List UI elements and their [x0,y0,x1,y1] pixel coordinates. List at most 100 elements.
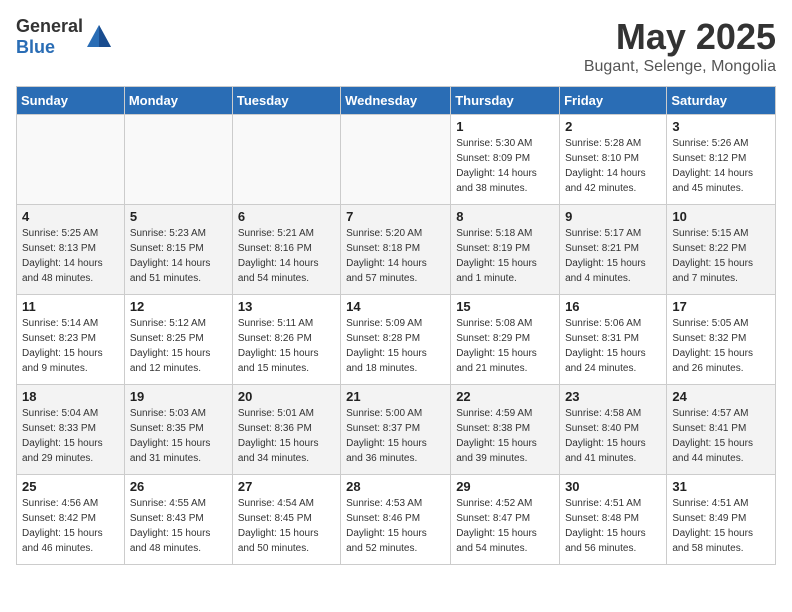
day-info: Sunrise: 5:23 AM Sunset: 8:15 PM Dayligh… [130,226,227,286]
header-sunday: Sunday [17,87,125,115]
day-info: Sunrise: 4:58 AM Sunset: 8:40 PM Dayligh… [565,406,661,466]
day-number: 14 [346,299,445,314]
table-row: 26 Sunrise: 4:55 AM Sunset: 8:43 PM Dayli… [124,475,232,565]
header-wednesday: Wednesday [341,87,451,115]
logo-general: General [16,16,83,36]
day-info: Sunrise: 5:11 AM Sunset: 8:26 PM Dayligh… [238,316,335,376]
day-info: Sunrise: 4:57 AM Sunset: 8:41 PM Dayligh… [672,406,770,466]
day-number: 1 [456,119,554,134]
page-header: General Blue May 2025 Bugant, Selenge, M… [16,16,776,76]
header-monday: Monday [124,87,232,115]
table-row: 8 Sunrise: 5:18 AM Sunset: 8:19 PM Daylig… [451,205,560,295]
day-info: Sunrise: 4:51 AM Sunset: 8:48 PM Dayligh… [565,496,661,556]
table-row: 7Sunrise: 5:20 AM Sunset: 8:18 PM Daylig… [341,205,451,295]
table-row: 18Sunrise: 5:04 AM Sunset: 8:33 PM Dayli… [17,385,125,475]
day-info: Sunrise: 5:05 AM Sunset: 8:32 PM Dayligh… [672,316,770,376]
table-row: 12 Sunrise: 5:12 AM Sunset: 8:25 PM Dayli… [124,295,232,385]
table-row: 4 Sunrise: 5:25 AM Sunset: 8:13 PM Daylig… [17,205,125,295]
day-number: 10 [672,209,770,224]
day-info: Sunrise: 5:09 AM Sunset: 8:28 PM Dayligh… [346,316,445,376]
day-info: Sunrise: 5:20 AM Sunset: 8:18 PM Dayligh… [346,226,445,286]
header-tuesday: Tuesday [232,87,340,115]
day-number: 17 [672,299,770,314]
month-year-title: May 2025 [584,16,776,58]
day-number: 19 [130,389,227,404]
day-number: 13 [238,299,335,314]
day-info: Sunrise: 5:21 AM Sunset: 8:16 PM Dayligh… [238,226,335,286]
day-info: Sunrise: 5:18 AM Sunset: 8:19 PM Dayligh… [456,226,554,286]
day-number: 5 [130,209,227,224]
day-info: Sunrise: 4:56 AM Sunset: 8:42 PM Dayligh… [22,496,119,556]
table-row: 5 Sunrise: 5:23 AM Sunset: 8:15 PM Daylig… [124,205,232,295]
table-row: 28 Sunrise: 4:53 AM Sunset: 8:46 PM Dayli… [341,475,451,565]
table-row: 16Sunrise: 5:06 AM Sunset: 8:31 PM Dayli… [560,295,667,385]
weekday-header-row: Sunday Monday Tuesday Wednesday Thursday… [17,87,776,115]
day-number: 2 [565,119,661,134]
day-info: Sunrise: 4:54 AM Sunset: 8:45 PM Dayligh… [238,496,335,556]
day-number: 25 [22,479,119,494]
table-row: 24 Sunrise: 4:57 AM Sunset: 8:41 PM Dayli… [667,385,776,475]
table-row [17,115,125,205]
day-info: Sunrise: 5:14 AM Sunset: 8:23 PM Dayligh… [22,316,119,376]
table-row: 15Sunrise: 5:08 AM Sunset: 8:29 PM Dayli… [451,295,560,385]
week-row-4: 18Sunrise: 5:04 AM Sunset: 8:33 PM Dayli… [17,385,776,475]
table-row: 27Sunrise: 4:54 AM Sunset: 8:45 PM Dayli… [232,475,340,565]
logo-text: General Blue [16,16,83,58]
day-number: 4 [22,209,119,224]
day-info: Sunrise: 4:59 AM Sunset: 8:38 PM Dayligh… [456,406,554,466]
week-row-5: 25 Sunrise: 4:56 AM Sunset: 8:42 PM Dayli… [17,475,776,565]
table-row [341,115,451,205]
day-number: 3 [672,119,770,134]
day-info: Sunrise: 4:55 AM Sunset: 8:43 PM Dayligh… [130,496,227,556]
table-row: 1 Sunrise: 5:30 AM Sunset: 8:09 PM Daylig… [451,115,560,205]
table-row: 11 Sunrise: 5:14 AM Sunset: 8:23 PM Dayli… [17,295,125,385]
day-number: 31 [672,479,770,494]
table-row: 9Sunrise: 5:17 AM Sunset: 8:21 PM Daylig… [560,205,667,295]
day-number: 9 [565,209,661,224]
table-row: 13 Sunrise: 5:11 AM Sunset: 8:26 PM Dayli… [232,295,340,385]
day-number: 28 [346,479,445,494]
day-info: Sunrise: 5:28 AM Sunset: 8:10 PM Dayligh… [565,136,661,196]
day-info: Sunrise: 4:53 AM Sunset: 8:46 PM Dayligh… [346,496,445,556]
day-info: Sunrise: 5:12 AM Sunset: 8:25 PM Dayligh… [130,316,227,376]
table-row [232,115,340,205]
day-info: Sunrise: 4:52 AM Sunset: 8:47 PM Dayligh… [456,496,554,556]
table-row: 6Sunrise: 5:21 AM Sunset: 8:16 PM Daylig… [232,205,340,295]
table-row: 22 Sunrise: 4:59 AM Sunset: 8:38 PM Dayli… [451,385,560,475]
day-number: 26 [130,479,227,494]
table-row: 20Sunrise: 5:01 AM Sunset: 8:36 PM Dayli… [232,385,340,475]
day-info: Sunrise: 5:06 AM Sunset: 8:31 PM Dayligh… [565,316,661,376]
day-number: 18 [22,389,119,404]
table-row: 30 Sunrise: 4:51 AM Sunset: 8:48 PM Dayli… [560,475,667,565]
header-friday: Friday [560,87,667,115]
table-row: 3Sunrise: 5:26 AM Sunset: 8:12 PM Daylig… [667,115,776,205]
header-thursday: Thursday [451,87,560,115]
table-row: 17 Sunrise: 5:05 AM Sunset: 8:32 PM Dayli… [667,295,776,385]
day-number: 11 [22,299,119,314]
day-number: 12 [130,299,227,314]
day-info: Sunrise: 4:51 AM Sunset: 8:49 PM Dayligh… [672,496,770,556]
day-number: 30 [565,479,661,494]
day-info: Sunrise: 5:00 AM Sunset: 8:37 PM Dayligh… [346,406,445,466]
day-info: Sunrise: 5:01 AM Sunset: 8:36 PM Dayligh… [238,406,335,466]
table-row [124,115,232,205]
logo-icon [85,23,113,51]
calendar-table: Sunday Monday Tuesday Wednesday Thursday… [16,86,776,565]
table-row: 29 Sunrise: 4:52 AM Sunset: 8:47 PM Dayli… [451,475,560,565]
day-number: 23 [565,389,661,404]
day-number: 29 [456,479,554,494]
day-number: 21 [346,389,445,404]
day-info: Sunrise: 5:30 AM Sunset: 8:09 PM Dayligh… [456,136,554,196]
day-number: 24 [672,389,770,404]
day-info: Sunrise: 5:15 AM Sunset: 8:22 PM Dayligh… [672,226,770,286]
table-row: 21 Sunrise: 5:00 AM Sunset: 8:37 PM Dayli… [341,385,451,475]
week-row-1: 1 Sunrise: 5:30 AM Sunset: 8:09 PM Daylig… [17,115,776,205]
table-row: 31 Sunrise: 4:51 AM Sunset: 8:49 PM Dayli… [667,475,776,565]
table-row: 19Sunrise: 5:03 AM Sunset: 8:35 PM Dayli… [124,385,232,475]
day-number: 8 [456,209,554,224]
day-number: 22 [456,389,554,404]
table-row: 2 Sunrise: 5:28 AM Sunset: 8:10 PM Daylig… [560,115,667,205]
header-saturday: Saturday [667,87,776,115]
week-row-2: 4 Sunrise: 5:25 AM Sunset: 8:13 PM Daylig… [17,205,776,295]
day-info: Sunrise: 5:25 AM Sunset: 8:13 PM Dayligh… [22,226,119,286]
